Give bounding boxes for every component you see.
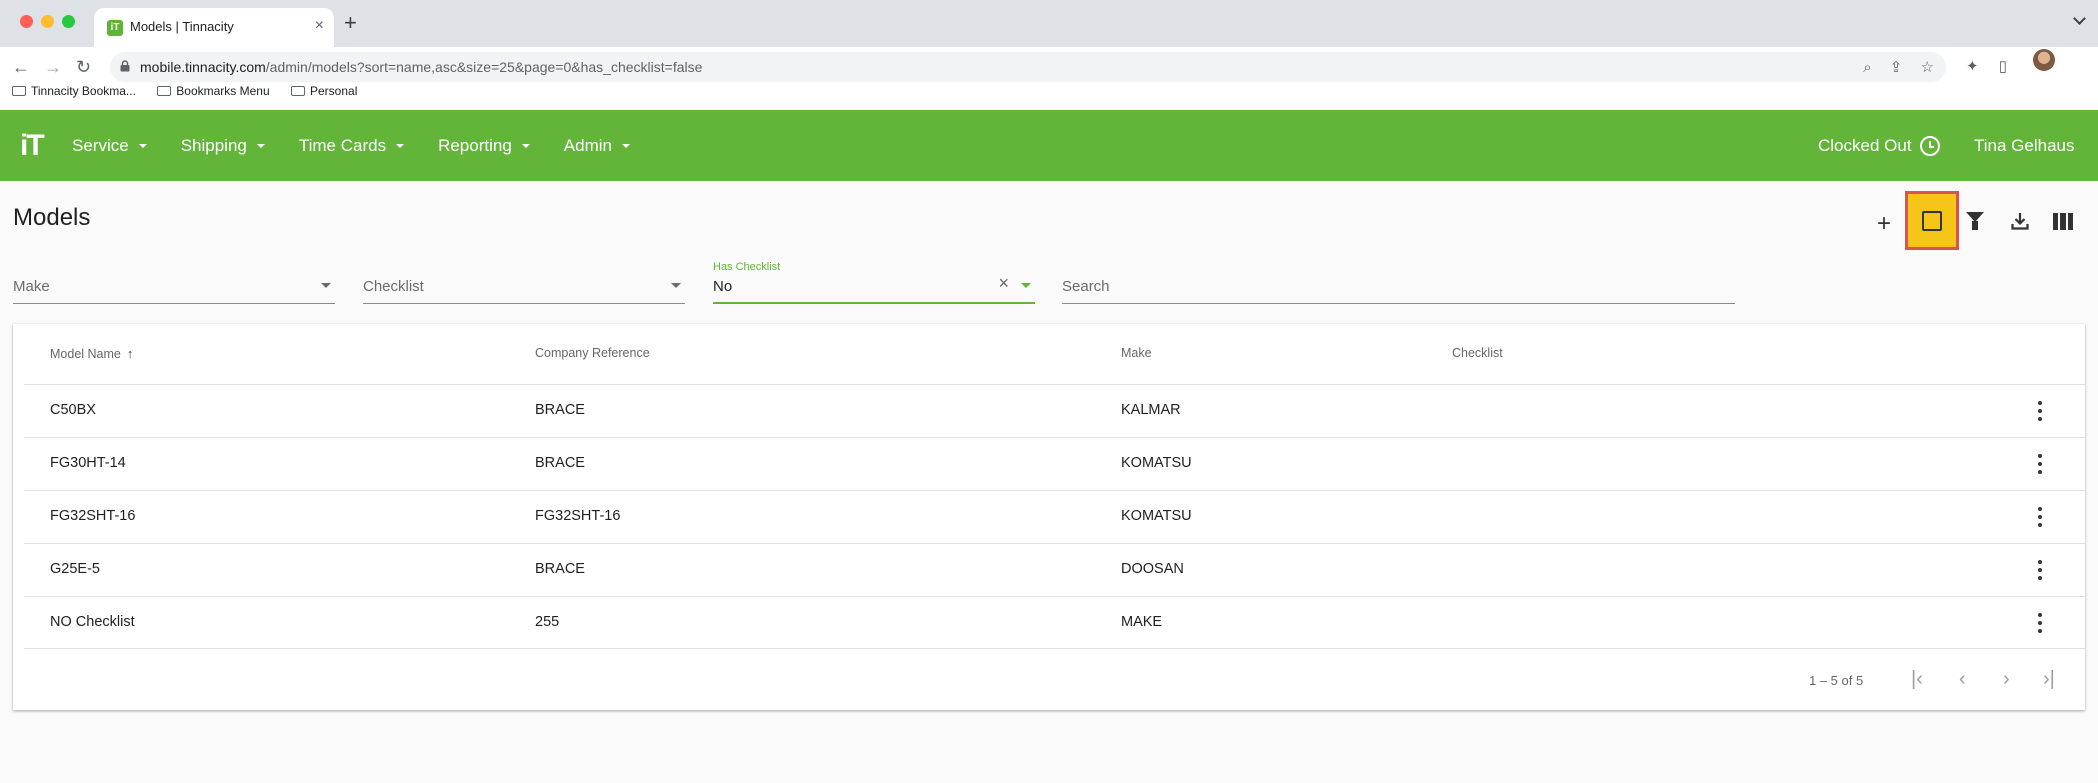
columns-icon[interactable] [2053,213,2073,230]
cell-make: KOMATSU [1121,455,1192,471]
cell-make: DOOSAN [1121,561,1184,577]
pagination-range: 1 – 5 of 5 [1809,673,1864,688]
bookmark-personal[interactable]: Personal [291,84,357,98]
clock-status-button[interactable]: Clocked Out [1818,136,1940,156]
select-toggle-button[interactable] [1905,191,1959,250]
previous-page-icon[interactable]: ‹ [1959,668,1966,691]
caret-down-icon [396,144,405,148]
tab-close-icon[interactable]: × [315,17,324,35]
table-row[interactable]: NO Checklist 255 MAKE [24,596,2085,649]
row-more-icon[interactable] [2038,454,2042,474]
browser-tabstrip: iT Models | Tinnacity × + [0,0,2098,47]
clear-icon[interactable]: × [998,273,1009,294]
models-table: Model Name ↑ Company Reference Make Check… [13,324,2085,710]
tab-search-chevron-icon[interactable] [2073,12,2086,25]
menu-time-cards[interactable]: Time Cards [299,136,405,156]
column-header-checklist[interactable]: Checklist [1452,346,1503,360]
cell-company-reference: BRACE [535,455,585,471]
dropdown-arrow-icon [321,283,331,288]
cell-model-name: G25E-5 [50,561,100,577]
make-select[interactable]: Make [13,258,335,304]
url-text: mobile.tinnacity.com/admin/models?sort=n… [140,59,703,75]
clock-icon [1919,136,1940,156]
back-arrow-icon[interactable]: ← [12,57,30,78]
sidebar-icon[interactable]: ▯ [1999,58,2007,75]
folder-icon [157,86,172,96]
zoom-icon[interactable]: ⌕ [1863,59,1871,76]
cell-model-name: FG32SHT-16 [50,508,136,524]
reload-icon[interactable]: ↻ [76,57,91,78]
new-tab-icon[interactable]: + [344,10,357,36]
folder-icon [12,86,26,96]
app-logo[interactable]: iT [20,129,45,163]
table-row[interactable]: C50BX BRACE KALMAR [24,384,2085,437]
square-icon [1922,211,1942,231]
bookmark-menu[interactable]: Bookmarks Menu [157,84,270,98]
column-header-model-name[interactable]: Model Name ↑ [50,346,133,361]
app-header: iT Service Shipping Time Cards Reporting… [0,110,2098,181]
sort-ascending-icon: ↑ [126,346,134,361]
cell-company-reference: BRACE [535,402,585,418]
row-more-icon[interactable] [2038,401,2042,421]
cell-make: MAKE [1121,614,1163,630]
row-more-icon[interactable] [2038,613,2042,633]
table-row[interactable]: FG30HT-14 BRACE KOMATSU [24,437,2085,490]
has-checklist-value: No [713,278,733,295]
bookmark-tinnacity[interactable]: Tinnacity Bookma... [12,84,136,98]
maximize-window-button[interactable] [62,15,75,28]
browser-tab[interactable]: iT Models | Tinnacity × [94,8,334,47]
caret-down-icon [621,144,630,148]
cell-make: KOMATSU [1121,508,1192,524]
table-row[interactable]: FG32SHT-16 FG32SHT-16 KOMATSU [24,490,2085,543]
menu-reporting[interactable]: Reporting [438,136,530,156]
user-menu[interactable]: Tina Gelhaus [1974,136,2074,156]
cell-make: KALMAR [1121,402,1181,418]
cell-model-name: FG30HT-14 [50,455,126,471]
add-model-button[interactable]: + [1877,210,1891,238]
has-checklist-select[interactable]: Has Checklist No × [713,258,1035,304]
caret-down-icon [521,144,530,148]
row-more-icon[interactable] [2038,560,2042,580]
tinnacity-favicon-icon: iT [107,20,123,36]
search-input[interactable]: Search [1062,258,1735,304]
row-more-icon[interactable] [2038,507,2042,527]
column-header-make[interactable]: Make [1121,346,1152,360]
share-icon[interactable]: ⇪ [1890,59,1903,76]
address-bar[interactable]: mobile.tinnacity.com/admin/models?sort=n… [110,52,1946,82]
dropdown-arrow-icon [1021,283,1031,288]
folder-icon [291,86,305,96]
bookmarks-bar: Tinnacity Bookma... Bookmarks Menu Perso… [12,84,375,98]
minimize-window-button[interactable] [41,15,54,28]
table-row[interactable]: G25E-5 BRACE DOOSAN [24,543,2085,596]
caret-down-icon [256,144,265,148]
cell-model-name: C50BX [50,402,96,418]
cell-company-reference: BRACE [535,561,585,577]
tab-title: Models | Tinnacity [130,19,234,34]
last-page-icon[interactable]: ›| [2043,668,2055,691]
bookmark-star-icon[interactable]: ☆ [1921,59,1934,76]
cell-model-name: NO Checklist [50,614,135,630]
first-page-icon[interactable]: |‹ [1911,668,1923,691]
close-window-button[interactable] [20,15,33,28]
cell-company-reference: 255 [535,614,560,630]
menu-admin[interactable]: Admin [564,136,630,156]
caret-down-icon [138,144,147,148]
download-icon[interactable] [2010,211,2030,231]
next-page-icon[interactable]: › [2003,668,2010,691]
checklist-select[interactable]: Checklist [363,258,685,304]
cell-company-reference: FG32SHT-16 [535,508,621,524]
column-header-company-reference[interactable]: Company Reference [535,346,650,360]
plus-icon: + [1877,210,1892,237]
menu-shipping[interactable]: Shipping [181,136,265,156]
lock-icon [120,60,130,72]
menu-service[interactable]: Service [72,136,147,156]
forward-arrow-icon[interactable]: → [44,57,62,78]
main-menu: Service Shipping Time Cards Reporting Ad… [72,136,664,156]
dropdown-arrow-icon [671,283,681,288]
page-title: Models [13,204,91,231]
profile-avatar[interactable] [2033,49,2055,71]
extensions-puzzle-icon[interactable]: ✦ [1966,58,1979,75]
